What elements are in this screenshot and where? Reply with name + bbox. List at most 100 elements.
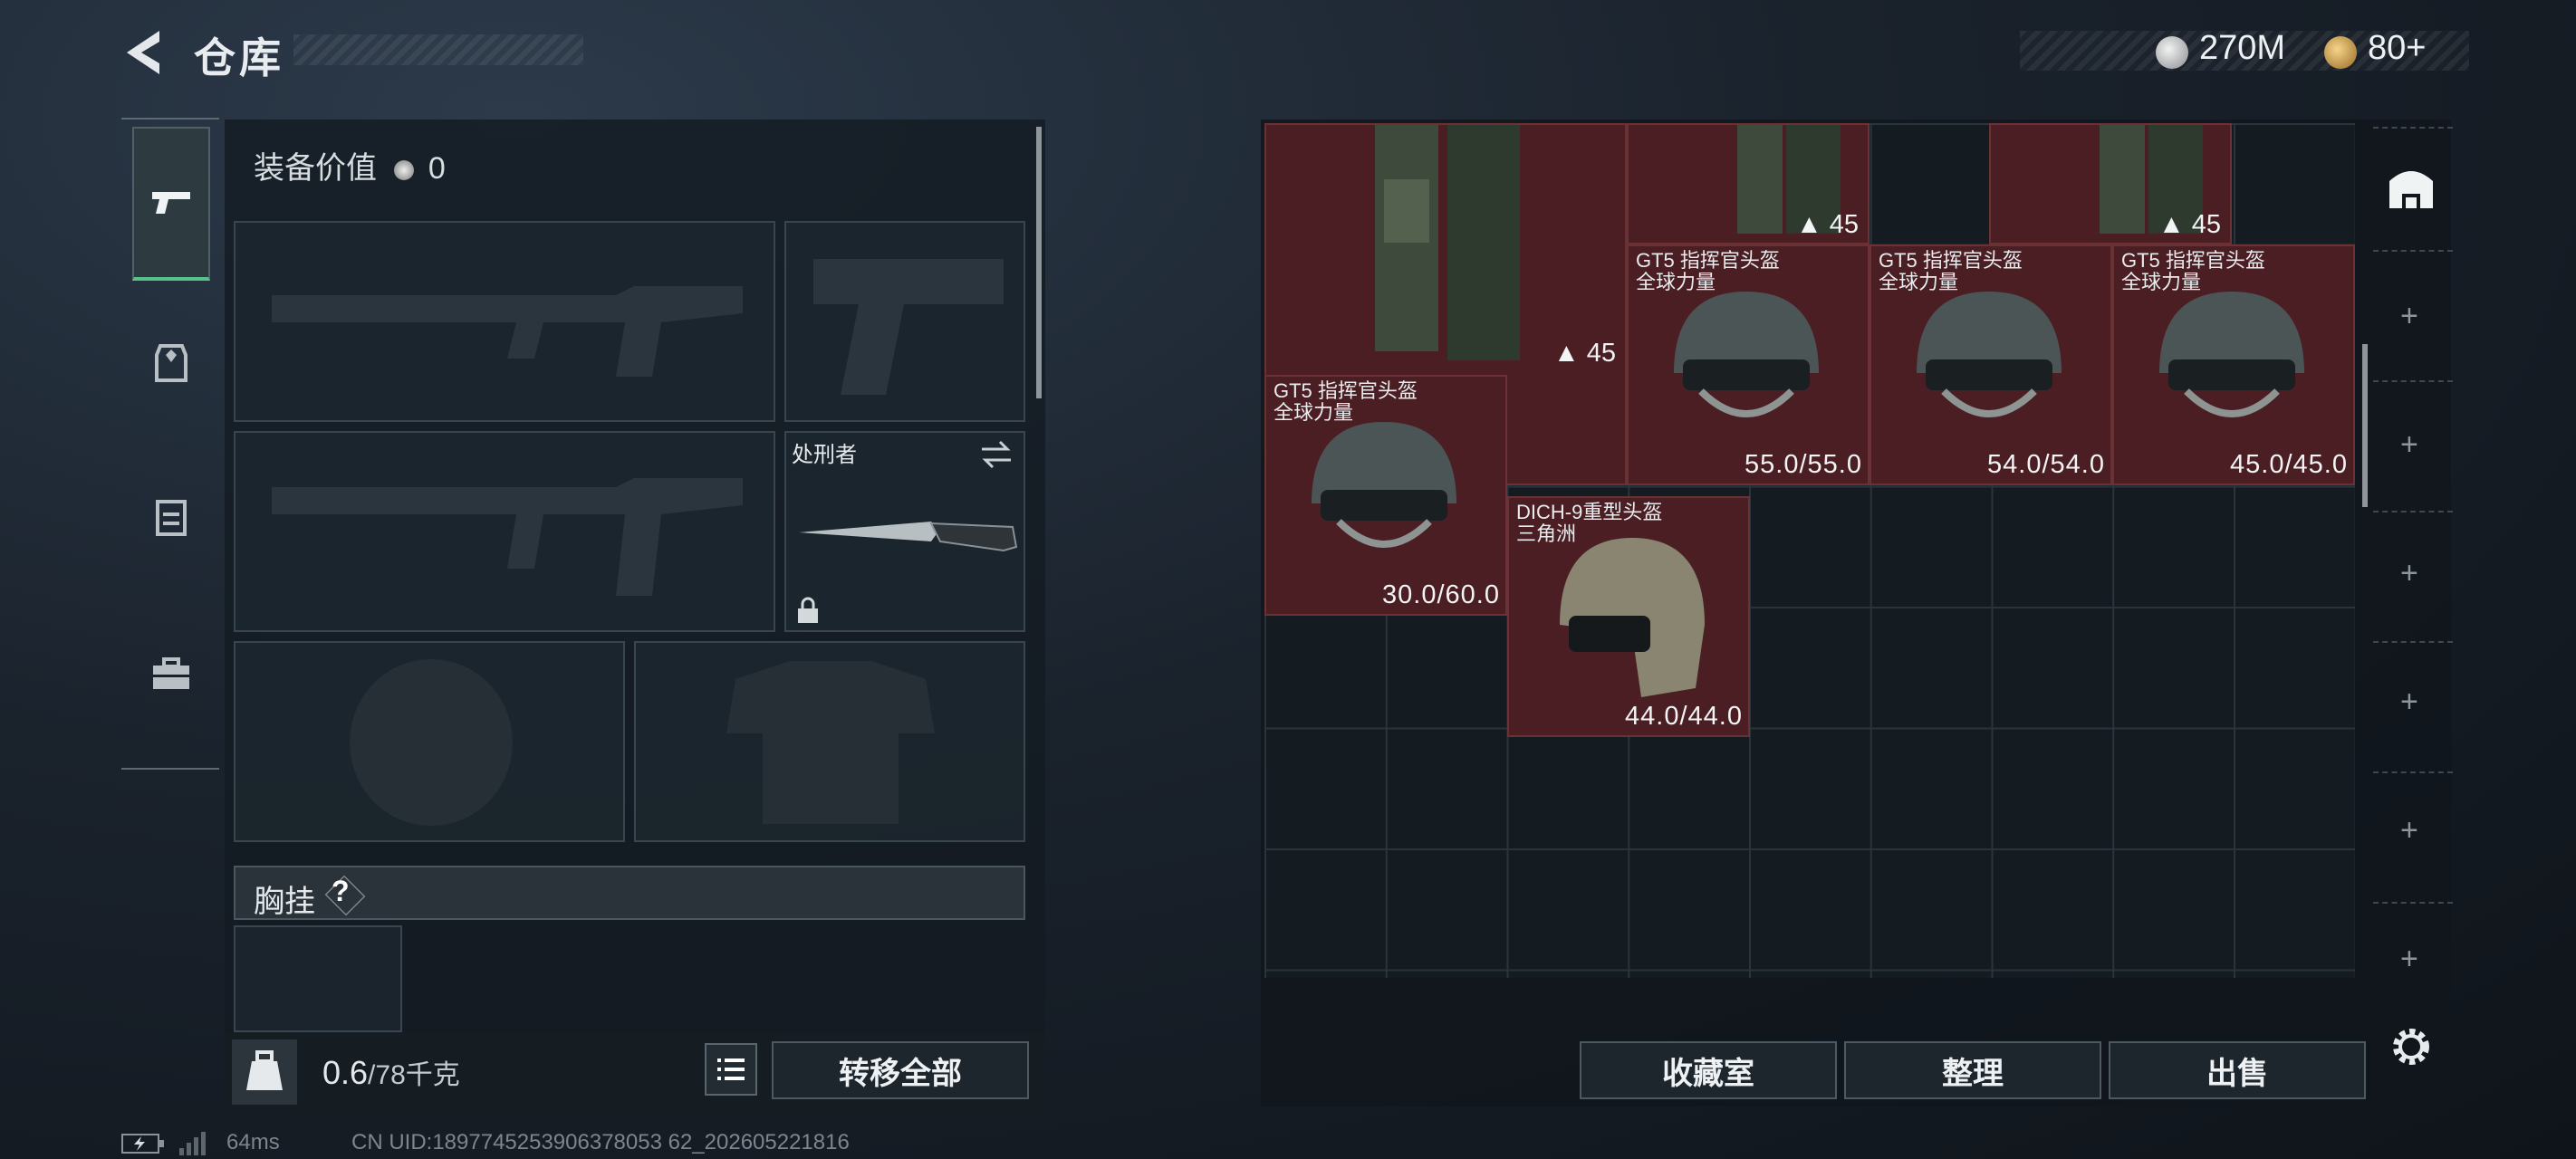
pistol-icon xyxy=(152,192,190,214)
durability: 54.0/54.0 xyxy=(1987,450,2105,479)
chest-rig-slot[interactable] xyxy=(234,925,402,1032)
sell-button[interactable]: 出售 xyxy=(2109,1041,2366,1099)
capacity-value: 0.6 xyxy=(322,1054,369,1091)
backpack-item[interactable]: ▲ 45 xyxy=(1627,123,1870,244)
capacity-unit: 千克 xyxy=(405,1060,460,1090)
collection-button[interactable]: 收藏室 xyxy=(1580,1041,1837,1099)
helmet-image xyxy=(1560,538,1705,697)
capacity-value: 45 xyxy=(1829,210,1859,239)
warehouse-icon[interactable] xyxy=(2384,161,2438,216)
equipment-value-label: 装备价值 xyxy=(254,151,377,186)
divider xyxy=(2373,127,2453,129)
add-storage-button[interactable]: + xyxy=(2400,427,2418,463)
equipment-value: 装备价值 0 xyxy=(254,143,446,187)
capacity-label: ▲ 45 xyxy=(2158,210,2221,240)
battery-icon xyxy=(121,1134,164,1154)
divider xyxy=(2373,902,2453,904)
tab-armor[interactable] xyxy=(132,286,210,440)
add-storage-button[interactable]: + xyxy=(2400,685,2418,720)
signal-icon xyxy=(179,1132,206,1155)
divider xyxy=(2373,771,2453,773)
backpack-item[interactable]: ▲ 45 xyxy=(1989,123,2232,244)
helmet-item[interactable]: GT5 指挥官头盔 全球力量 30.0/60.0 xyxy=(1264,375,1507,616)
storage-scrollbar[interactable] xyxy=(2362,344,2368,507)
gold-coin-icon xyxy=(2324,36,2357,69)
helmet-item[interactable]: GT5 指挥官头盔 全球力量 54.0/54.0 xyxy=(1870,244,2112,485)
chest-rig-label: 胸挂 xyxy=(254,885,315,919)
weight-icon: ▲ xyxy=(1795,210,1822,239)
vest-icon xyxy=(156,500,187,536)
list-icon xyxy=(717,1058,745,1080)
ping-readout: 64ms xyxy=(226,1130,280,1154)
helmet-image xyxy=(2159,292,2304,417)
silver-coin-icon xyxy=(394,160,415,181)
help-icon[interactable]: ? xyxy=(332,875,350,908)
equipment-scrollbar[interactable] xyxy=(1036,127,1042,398)
transfer-all-button[interactable]: 转移全部 xyxy=(772,1041,1029,1099)
capacity-label: ▲ 45 xyxy=(1553,339,1616,369)
weight-icon: ▲ xyxy=(2158,210,2185,239)
durability: 30.0/60.0 xyxy=(1382,580,1500,609)
tab-weapons[interactable] xyxy=(132,127,210,281)
primary-weapon-slot[interactable] xyxy=(234,221,775,422)
page-title: 仓库 xyxy=(194,34,284,81)
knife-icon xyxy=(799,522,1018,552)
storage-grid[interactable]: ▲ 45 ▲ 45 ▲ 45 GT5 指挥官头盔 全球力量 55.0/55.0 G… xyxy=(1264,123,2355,978)
add-storage-button[interactable]: + xyxy=(2400,942,2418,977)
rifle-silhouette-icon xyxy=(272,286,743,377)
helmet-image xyxy=(1917,292,2062,417)
silver-coin-icon xyxy=(2156,36,2188,69)
secondary-weapon-slot[interactable] xyxy=(234,431,775,632)
durability: 45.0/45.0 xyxy=(2230,450,2348,479)
rifle-silhouette-icon xyxy=(272,478,743,596)
pistol-silhouette-icon xyxy=(813,259,1004,395)
organize-button[interactable]: 整理 xyxy=(1844,1041,2101,1099)
melee-name: 处刑者 xyxy=(792,443,857,467)
armor-silhouette-icon xyxy=(726,661,935,824)
add-storage-button[interactable]: + xyxy=(2400,813,2418,848)
item-name-line1: GT5 指挥官头盔 xyxy=(1879,249,2023,272)
backpack-image xyxy=(1375,125,1520,360)
helmet-item[interactable]: GT5 指挥官头盔 全球力量 45.0/45.0 xyxy=(2112,244,2355,485)
lock-icon xyxy=(798,597,818,623)
helmet-item[interactable]: DICH-9重型头盔 三角洲 44.0/44.0 xyxy=(1507,496,1750,737)
toolbox-icon xyxy=(153,657,189,689)
gold-amount[interactable]: 80+ xyxy=(2368,29,2426,68)
add-storage-button[interactable]: + xyxy=(2400,556,2418,591)
pistol-slot[interactable] xyxy=(784,221,1025,422)
helmet-image xyxy=(1312,422,1456,548)
helmet-slot[interactable] xyxy=(234,641,625,842)
swap-icon[interactable] xyxy=(978,438,1014,471)
capacity-label: ▲ 45 xyxy=(1796,210,1859,240)
silver-amount: 270M xyxy=(2199,29,2286,67)
equipment-value-number: 0 xyxy=(428,151,446,186)
helmet-silhouette-icon xyxy=(350,659,513,826)
settings-gear-icon[interactable] xyxy=(2388,1023,2435,1070)
divider xyxy=(2373,511,2453,512)
list-view-button[interactable] xyxy=(705,1043,757,1096)
item-name-line1: DICH-9重型头盔 xyxy=(1516,501,1663,523)
helmet-image xyxy=(1674,292,1819,417)
armor-slot[interactable] xyxy=(634,641,1025,842)
helmet-item[interactable]: GT5 指挥官头盔 全球力量 55.0/55.0 xyxy=(1627,244,1870,485)
item-name-line1: GT5 指挥官头盔 xyxy=(1274,379,1418,402)
uid-readout: CN UID:1897745253906378053 62_2026052218… xyxy=(351,1130,850,1154)
kettlebell-icon xyxy=(246,1050,283,1090)
capacity-value: 45 xyxy=(1586,339,1616,368)
divider xyxy=(2373,380,2453,382)
tab-case[interactable] xyxy=(132,598,210,752)
divider xyxy=(2373,250,2453,252)
melee-slot[interactable]: 处刑者 xyxy=(784,431,1025,632)
durability: 55.0/55.0 xyxy=(1745,450,1862,479)
armor-icon xyxy=(155,344,187,382)
item-name-line1: GT5 指挥官头盔 xyxy=(2121,249,2265,272)
divider xyxy=(2373,641,2453,643)
capacity-readout: 0.6/78千克 xyxy=(322,1052,460,1092)
weight-icon xyxy=(232,1039,297,1105)
capacity-value: 45 xyxy=(2191,210,2221,239)
tab-vest[interactable] xyxy=(132,440,210,594)
title-decoration xyxy=(293,34,583,65)
back-icon[interactable] xyxy=(120,27,165,78)
add-storage-button[interactable]: + xyxy=(2400,299,2418,334)
item-name-line1: GT5 指挥官头盔 xyxy=(1636,249,1780,272)
